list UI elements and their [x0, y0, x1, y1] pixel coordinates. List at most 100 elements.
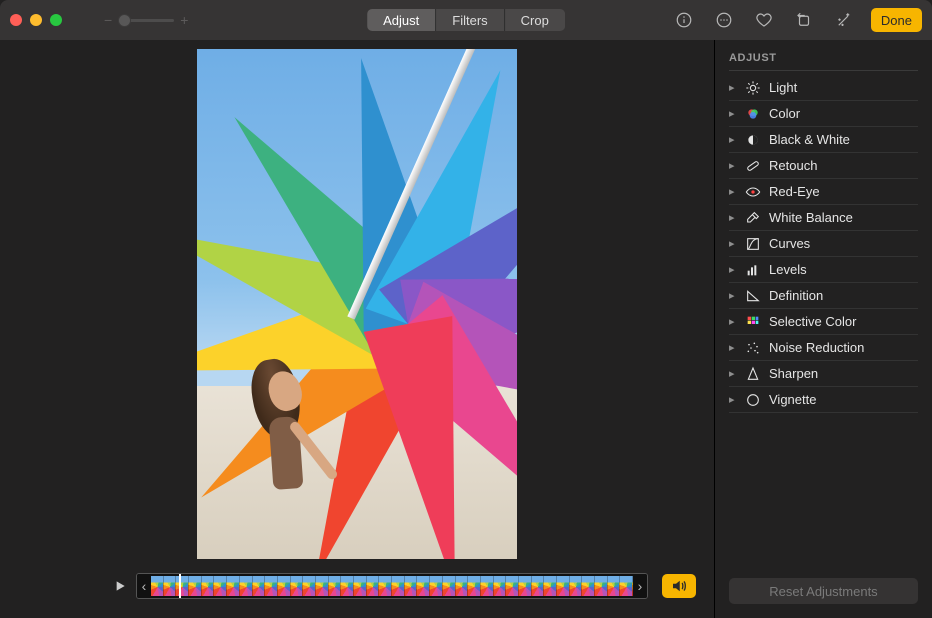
filmstrip-frame[interactable] [392, 576, 405, 596]
filmstrip-frame[interactable] [570, 576, 583, 596]
filmstrip-frame[interactable] [544, 576, 557, 596]
adjustment-row[interactable]: ▸Selective Color [729, 309, 918, 335]
adjustment-row[interactable]: ▸ White Balance [729, 205, 918, 231]
adjustment-row[interactable]: ▸Light [729, 75, 918, 101]
more-icon [715, 11, 733, 29]
adjustment-row[interactable]: ▸ Retouch [729, 153, 918, 179]
filmstrip-frame[interactable] [151, 576, 164, 596]
adjustment-row[interactable]: ▸Vignette [729, 387, 918, 413]
tab-adjust[interactable]: Adjust [367, 9, 436, 31]
filmstrip-frame[interactable] [481, 576, 494, 596]
filmstrip-frame[interactable] [608, 576, 621, 596]
chevron-right-icon: ▸ [729, 393, 737, 406]
filmstrip-frame[interactable] [291, 576, 304, 596]
info-icon [675, 11, 693, 29]
filmstrip-frame[interactable] [214, 576, 227, 596]
filmstrip-frame[interactable] [443, 576, 456, 596]
chevron-right-icon: ▸ [729, 289, 737, 302]
photo-preview[interactable] [197, 49, 517, 559]
close-window-button[interactable] [10, 14, 22, 26]
canvas-area: ‹ › [0, 40, 714, 618]
filmstrip-frame[interactable] [354, 576, 367, 596]
filmstrip-frame[interactable] [164, 576, 177, 596]
halfcircle-icon [745, 132, 761, 148]
filmstrip-frame[interactable] [240, 576, 253, 596]
play-button[interactable] [110, 576, 130, 596]
adjustment-row[interactable]: ▸ Red-Eye [729, 179, 918, 205]
filmstrip-frame[interactable] [329, 576, 342, 596]
adjustment-label: Red-Eye [769, 184, 820, 199]
filmstrip-frame[interactable] [582, 576, 595, 596]
adjustment-label: Curves [769, 236, 810, 251]
eye-icon [745, 184, 761, 200]
trim-start-handle[interactable]: ‹ [137, 574, 151, 598]
auto-enhance-button[interactable] [831, 7, 857, 33]
adjustment-row[interactable]: ▸Definition [729, 283, 918, 309]
adjustment-label: Retouch [769, 158, 817, 173]
filmstrip-frame[interactable] [456, 576, 469, 596]
filmstrip-frame[interactable] [468, 576, 481, 596]
chevron-right-icon: ▸ [729, 211, 737, 224]
reset-adjustments-button[interactable]: Reset Adjustments [729, 578, 918, 604]
adjustment-row[interactable]: ▸Black & White [729, 127, 918, 153]
filmstrip-frame[interactable] [506, 576, 519, 596]
filmstrip-frame[interactable] [189, 576, 202, 596]
adjustment-label: Levels [769, 262, 807, 277]
adjustment-row[interactable]: ▸Curves [729, 231, 918, 257]
filmstrip[interactable]: ‹ › [136, 573, 648, 599]
heart-icon [755, 11, 773, 29]
filmstrip-frame[interactable] [494, 576, 507, 596]
done-button[interactable]: Done [871, 8, 922, 32]
chevron-right-icon: ▸ [729, 107, 737, 120]
zoom-in-icon: + [180, 12, 188, 28]
trim-end-handle[interactable]: › [633, 574, 647, 598]
info-button[interactable] [671, 7, 697, 33]
filmstrip-frame[interactable] [532, 576, 545, 596]
chevron-right-icon: ▸ [729, 185, 737, 198]
adjustment-row[interactable]: ▸Sharpen [729, 361, 918, 387]
filmstrip-frame[interactable] [379, 576, 392, 596]
filmstrip-frame[interactable] [227, 576, 240, 596]
tab-filters[interactable]: Filters [436, 9, 504, 31]
adjustment-label: Noise Reduction [769, 340, 864, 355]
filmstrip-frame[interactable] [595, 576, 608, 596]
chevron-right-icon: ▸ [729, 159, 737, 172]
tab-crop[interactable]: Crop [505, 9, 565, 31]
zoom-track[interactable] [118, 19, 174, 22]
filmstrip-frame[interactable] [620, 576, 633, 596]
filmstrip-frame[interactable] [278, 576, 291, 596]
filmstrip-frame[interactable] [202, 576, 215, 596]
filmstrip-frame[interactable] [405, 576, 418, 596]
filmstrip-frame[interactable] [316, 576, 329, 596]
filmstrip-frame[interactable] [253, 576, 266, 596]
playhead[interactable] [179, 573, 181, 599]
audio-toggle-button[interactable] [662, 574, 696, 598]
zoom-knob[interactable] [118, 14, 131, 27]
favorite-button[interactable] [751, 7, 777, 33]
filmstrip-frame[interactable] [303, 576, 316, 596]
filmstrip-frame[interactable] [519, 576, 532, 596]
filmstrip-frame[interactable] [341, 576, 354, 596]
adjustment-label: Black & White [769, 132, 850, 147]
filmstrip-frame[interactable] [557, 576, 570, 596]
fullscreen-window-button[interactable] [50, 14, 62, 26]
filmstrip-frame[interactable] [417, 576, 430, 596]
more-button[interactable] [711, 7, 737, 33]
zoom-slider[interactable]: − + [104, 12, 188, 28]
chevron-right-icon: ▸ [729, 81, 737, 94]
bandage-icon [745, 158, 761, 174]
toolbar: − + Adjust Filters Crop Done [0, 0, 932, 40]
rotate-button[interactable] [791, 7, 817, 33]
adjustment-row[interactable]: ▸Noise Reduction [729, 335, 918, 361]
adjustment-label: Sharpen [769, 366, 818, 381]
minimize-window-button[interactable] [30, 14, 42, 26]
adjustment-label: White Balance [769, 210, 853, 225]
adjust-sidebar: Adjust ▸Light▸Color▸Black & White▸Retouc… [714, 40, 932, 618]
filmstrip-frame[interactable] [367, 576, 380, 596]
adjustment-row[interactable]: ▸Levels [729, 257, 918, 283]
adjustment-row[interactable]: ▸Color [729, 101, 918, 127]
wand-icon [835, 11, 853, 29]
filmstrip-frame[interactable] [265, 576, 278, 596]
filmstrip-frame[interactable] [430, 576, 443, 596]
zoom-out-icon: − [104, 12, 112, 28]
